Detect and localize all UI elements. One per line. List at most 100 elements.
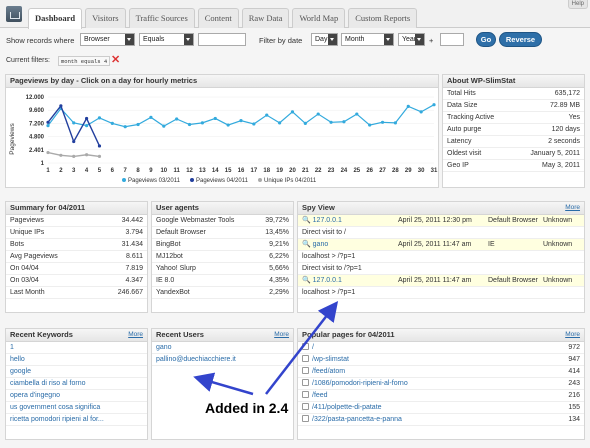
user-item[interactable]: gano — [152, 342, 293, 354]
keyword-item[interactable]: ciambella di riso al forno — [6, 378, 147, 390]
summary-value: 8.611 — [126, 253, 143, 260]
remove-filter-icon[interactable]: ✕ — [111, 54, 120, 66]
x-tick-label: 2 — [59, 168, 63, 174]
data-point — [110, 121, 114, 126]
keyword-item[interactable]: opera d'ingegno — [6, 390, 147, 402]
x-tick-label: 16 — [238, 168, 245, 174]
popular-page-link[interactable]: /feed — [312, 392, 328, 399]
keyword-item[interactable]: 1 — [6, 342, 147, 354]
spy-ip[interactable]: 🔍 gano — [302, 239, 328, 251]
popular-page-link[interactable]: /1086/pomodori-ripieni-al-forno — [312, 380, 408, 387]
data-point — [316, 112, 320, 116]
data-point — [419, 110, 423, 114]
agent-row: YandexBot 2,29% — [152, 287, 293, 299]
keywords-more-link[interactable]: More — [128, 329, 143, 341]
users-title: Recent Users More — [152, 329, 293, 342]
summary-row: Bots 31.434 — [6, 239, 147, 251]
data-point — [252, 122, 256, 126]
page-icon — [302, 343, 309, 350]
spy-date: April 25, 2011 12:30 pm — [398, 217, 472, 224]
about-label: Geo IP — [447, 162, 469, 169]
users-more-link[interactable]: More — [274, 329, 289, 341]
filter-value-input[interactable] — [198, 33, 246, 46]
about-row: Data Size 72.89 MB — [443, 100, 584, 112]
page-icon — [302, 415, 309, 422]
data-point — [265, 113, 269, 117]
data-point — [329, 120, 333, 124]
y-tick-label: 1 — [41, 161, 45, 167]
data-point — [85, 124, 89, 128]
spy-ip[interactable]: 🔍 127.0.0.1 — [302, 275, 342, 287]
keyword-item[interactable]: ricetta pomodori ripieni al for... — [6, 414, 147, 426]
about-rows: Total Hits 635,172 Data Size 72.89 MB Tracki… — [443, 88, 584, 172]
filter-date-label: Filter by date — [259, 36, 303, 45]
summary-value: 7.819 — [125, 265, 143, 272]
tab-visitors[interactable]: Visitors — [85, 8, 126, 28]
agent-value: 13,45% — [265, 229, 289, 236]
agent-value: 6,22% — [269, 253, 289, 260]
agent-row: BingBot 9,21% — [152, 239, 293, 251]
spy-visitor-row: 🔍 127.0.0.1 April 25, 2011 12:30 pm Defaul… — [298, 215, 584, 227]
summary-row: On 04/04 7.819 — [6, 263, 147, 275]
user-item[interactable]: pallino@duechiacchiere.it — [152, 354, 293, 366]
month-select[interactable]: Month — [341, 33, 394, 46]
spy-visitor-row: 🔍 127.0.0.1 April 25, 2011 11:47 am Defaul… — [298, 275, 584, 287]
tab-content[interactable]: Content — [197, 8, 239, 28]
x-tick-label: 29 — [405, 168, 412, 174]
data-point — [97, 144, 102, 148]
x-tick-label: 5 — [98, 168, 102, 174]
agent-value: 5,66% — [269, 265, 289, 272]
popular-page-link[interactable]: /feed/atom — [312, 368, 345, 375]
popular-row: /feed 216 — [298, 390, 584, 402]
agent-label: Google Webmaster Tools — [156, 217, 235, 224]
keyword-item[interactable]: hello — [6, 354, 147, 366]
popular-more-link[interactable]: More — [565, 329, 580, 341]
x-tick-label: 19 — [276, 168, 283, 174]
tab-traffic-sources[interactable]: Traffic Sources — [128, 8, 195, 28]
operator-select[interactable]: Equals — [139, 33, 194, 46]
popular-page-link[interactable]: /411/polpette-di-patate — [312, 404, 382, 411]
pageviews-chart[interactable]: Pageviews12.0009.6007.2004.8002.40111 2 3 4… — [6, 89, 438, 188]
help-button[interactable]: Help — [567, 0, 588, 9]
data-point — [123, 125, 127, 129]
tab-raw-data[interactable]: Raw Data — [241, 8, 290, 28]
pageviews-box: Pageviews by day - Click on a day for ho… — [5, 74, 439, 188]
spy-visit-row: Direct visit to / — [298, 227, 584, 239]
spy-browser: IE — [488, 241, 495, 248]
users-box: Recent Users More gano pallino@duechiacchi… — [151, 328, 294, 440]
summary-value: 3.794 — [125, 229, 143, 236]
data-point — [200, 121, 204, 125]
x-tick-label: 8 — [136, 168, 140, 174]
tab-custom-reports[interactable]: Custom Reports — [348, 8, 418, 28]
year-select[interactable]: Year — [398, 33, 425, 46]
popular-page-link[interactable]: /wp-slimstat — [312, 356, 349, 363]
summary-row: Avg Pageviews 8.611 — [6, 251, 147, 263]
interval-input[interactable] — [440, 33, 464, 46]
summary-label: On 04/04 — [10, 265, 39, 272]
x-tick-label: 11 — [173, 168, 180, 174]
summary-rows: Pageviews 34.442 Unique IPs 3.794 Bots 31.434… — [6, 215, 147, 299]
agents-title: User agents — [152, 202, 293, 215]
x-tick-label: 27 — [379, 168, 386, 174]
x-tick-label: 3 — [72, 168, 76, 174]
reverse-button[interactable]: Reverse — [499, 32, 542, 47]
spy-visitor-row: 🔍 gano April 25, 2011 11:47 am IE Unknown — [298, 239, 584, 251]
page-icon — [302, 379, 309, 386]
popular-count: 972 — [568, 344, 580, 351]
legend-label: Pageviews 04/2011 — [196, 178, 249, 184]
keyword-item[interactable]: google — [6, 366, 147, 378]
tab-dashboard[interactable]: Dashboard — [28, 8, 83, 29]
keyword-item[interactable]: us government cosa significa — [6, 402, 147, 414]
spy-ip[interactable]: 🔍 127.0.0.1 — [302, 215, 342, 227]
summary-value: 246.667 — [117, 289, 143, 296]
tab-world-map[interactable]: World Map — [292, 8, 346, 28]
about-row: Tracking Active Yes — [443, 112, 584, 124]
popular-page-link[interactable]: /322/pasta-pancetta-e-panna — [312, 416, 402, 423]
about-row: Latency 2 seconds — [443, 136, 584, 148]
popular-page-link[interactable]: / — [312, 344, 314, 351]
day-select[interactable]: Day — [311, 33, 338, 46]
go-button[interactable]: Go — [476, 32, 496, 47]
data-point — [72, 154, 76, 159]
field-select[interactable]: Browser — [80, 33, 135, 46]
spy-more-link[interactable]: More — [565, 202, 580, 214]
